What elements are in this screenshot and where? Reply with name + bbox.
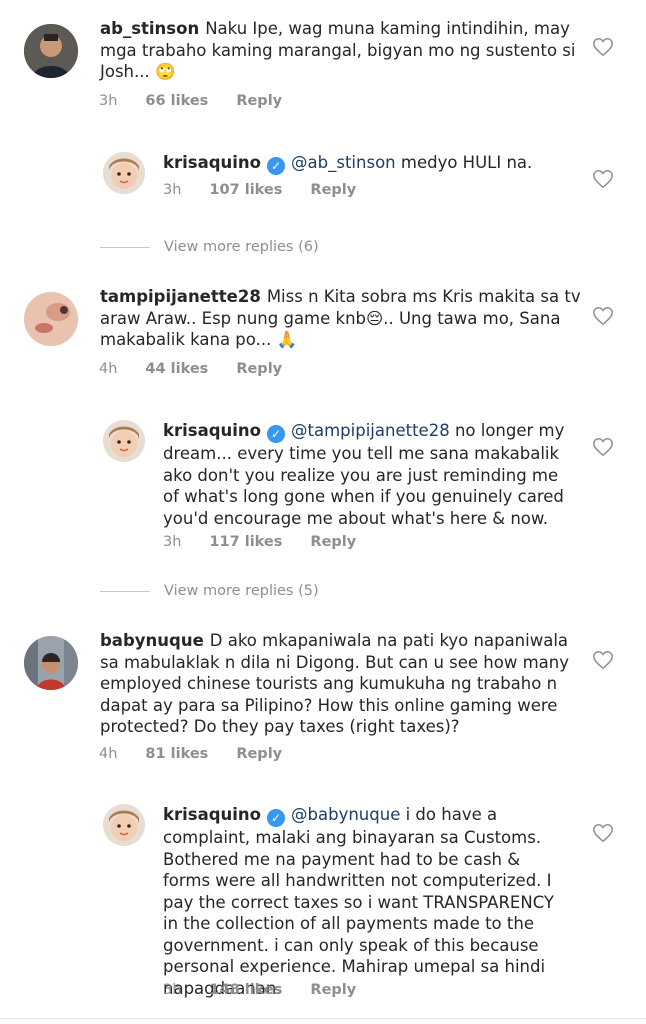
reply-button[interactable]: Reply xyxy=(236,746,282,762)
reply-button[interactable]: Reply xyxy=(236,361,282,377)
heart-outline-icon[interactable] xyxy=(592,436,614,458)
comment-likes[interactable]: 107 likes xyxy=(209,182,282,198)
comment-likes[interactable]: 81 likes xyxy=(145,746,208,762)
reply-button[interactable]: Reply xyxy=(310,182,356,198)
view-more-replies[interactable]: View more replies (6) xyxy=(100,239,319,255)
verified-badge-icon: ✓ xyxy=(267,157,286,175)
comment-likes[interactable]: 44 likes xyxy=(145,361,208,377)
comment-body: tampipijanette28 Miss n Kita sobra ms Kri… xyxy=(100,286,585,351)
comment-time: 4h xyxy=(99,361,118,377)
avatar[interactable] xyxy=(24,636,78,690)
avatar[interactable] xyxy=(103,152,145,194)
comment-username[interactable]: krisaquino xyxy=(163,421,261,440)
heart-outline-icon[interactable] xyxy=(592,822,614,844)
comment-username[interactable]: krisaquino xyxy=(163,153,261,172)
comment-body: babynuque D ako mkapaniwala na pati kyo n… xyxy=(100,630,580,738)
comment-meta: 4h 44 likes Reply xyxy=(99,361,310,377)
comment-likes[interactable]: 66 likes xyxy=(145,93,208,109)
heart-outline-icon[interactable] xyxy=(592,36,614,58)
reply-button[interactable]: Reply xyxy=(236,93,282,109)
bottom-divider xyxy=(0,1018,646,1019)
view-more-label[interactable]: View more replies (6) xyxy=(164,239,319,255)
heart-outline-icon[interactable] xyxy=(592,305,614,327)
comment-username[interactable]: babynuque xyxy=(100,631,204,650)
comment-time: 3h xyxy=(99,93,118,109)
avatar[interactable] xyxy=(103,420,145,462)
verified-badge-icon: ✓ xyxy=(267,809,286,827)
comment-username[interactable]: tampipijanette28 xyxy=(100,287,261,306)
comment-time: 3h xyxy=(163,982,182,998)
comment-time: 3h xyxy=(163,534,182,550)
mention-link[interactable]: @tampipijanette28 xyxy=(291,421,450,440)
heart-outline-icon[interactable] xyxy=(592,649,614,671)
reply-button[interactable]: Reply xyxy=(310,982,356,998)
heart-outline-icon[interactable] xyxy=(592,168,614,190)
divider-line xyxy=(100,246,150,248)
comment-meta: 3h 148 likes Reply xyxy=(163,982,384,998)
comment-text: i do have a complaint, malaki ang binaya… xyxy=(163,805,555,998)
verified-badge-icon: ✓ xyxy=(267,425,286,443)
comment-body: krisaquino ✓ @babynuque i do have a compla… xyxy=(163,804,563,999)
comment-likes[interactable]: 148 likes xyxy=(209,982,282,998)
comment-time: 4h xyxy=(99,746,118,762)
view-more-replies[interactable]: View more replies (5) xyxy=(100,583,319,599)
divider-line xyxy=(100,590,150,592)
avatar[interactable] xyxy=(24,292,78,346)
comment-meta: 3h 66 likes Reply xyxy=(99,93,310,109)
comment-meta: 3h 107 likes Reply xyxy=(163,182,384,198)
comment-text: medyo HULI na. xyxy=(395,153,533,172)
comment-username[interactable]: ab_stinson xyxy=(100,19,199,38)
comment-username[interactable]: krisaquino xyxy=(163,805,261,824)
comment-likes[interactable]: 117 likes xyxy=(209,534,282,550)
comment-body: krisaquino ✓ @tampipijanette28 no longer m… xyxy=(163,420,573,529)
view-more-label[interactable]: View more replies (5) xyxy=(164,583,319,599)
avatar[interactable] xyxy=(103,804,145,846)
mention-link[interactable]: @ab_stinson xyxy=(291,153,396,172)
comment-meta: 3h 117 likes Reply xyxy=(163,534,384,550)
reply-button[interactable]: Reply xyxy=(310,534,356,550)
avatar[interactable] xyxy=(24,24,78,78)
comment-meta: 4h 81 likes Reply xyxy=(99,746,310,762)
comment-time: 3h xyxy=(163,182,182,198)
comment-body: ab_stinson Naku Ipe, wag muna kaming inti… xyxy=(100,18,610,83)
mention-link[interactable]: @babynuque xyxy=(291,805,400,824)
comment-body: krisaquino ✓ @ab_stinson medyo HULI na. xyxy=(163,152,583,175)
